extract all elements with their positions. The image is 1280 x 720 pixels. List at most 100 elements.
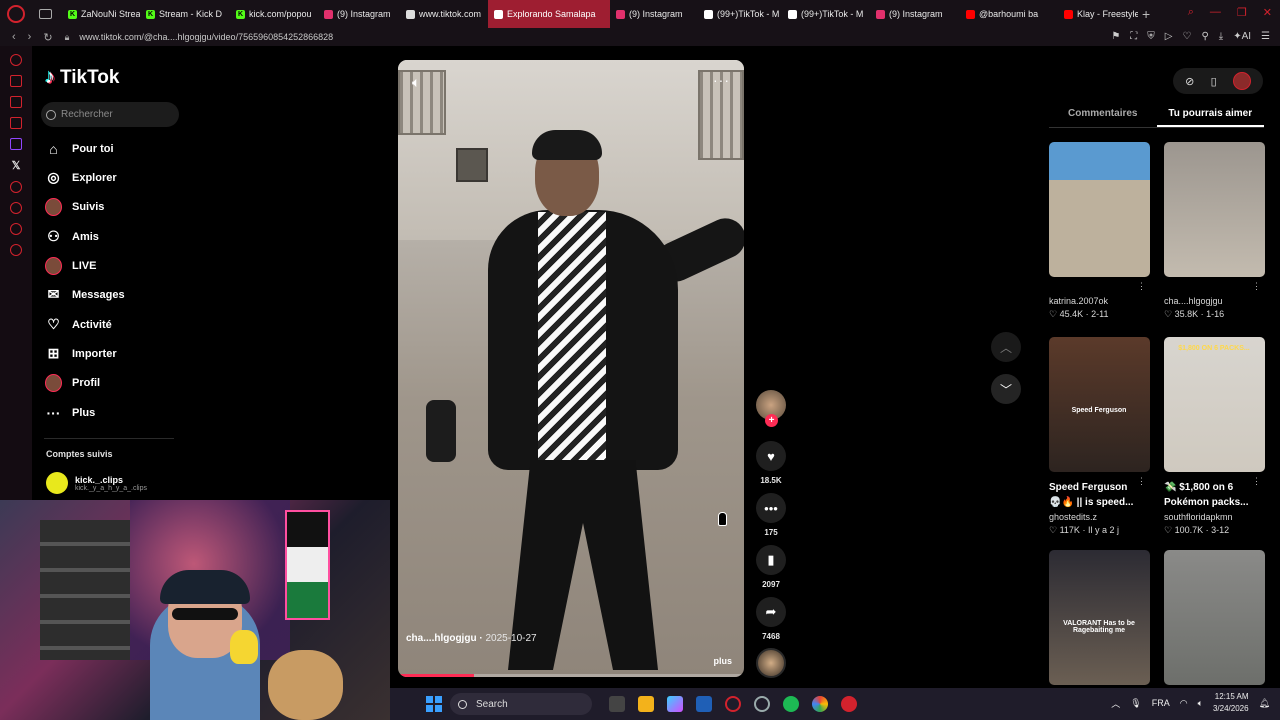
taskbar-search[interactable]: Search	[450, 693, 592, 715]
browser-tab[interactable]: Klay - Freestyle	[1058, 0, 1138, 28]
following-account[interactable]: kick._.clips kick._y_a_h_y_a_.clips	[46, 472, 147, 494]
search-box[interactable]	[41, 102, 179, 127]
card-username[interactable]: katrina.2007ok	[1049, 296, 1150, 306]
browser-tab[interactable]: (99+)TikTok - M	[782, 0, 870, 28]
browser-tab[interactable]: Explorando Samalapa	[488, 0, 610, 28]
follow-button[interactable]: +	[765, 414, 778, 427]
snapshot-icon[interactable]: ⛶	[1130, 31, 1137, 42]
aria-icon[interactable]	[10, 54, 22, 66]
video-progress-bar[interactable]	[398, 674, 744, 677]
heart-icon[interactable]: ♡	[1182, 31, 1191, 42]
nav-item-activit[interactable]: ♡ Activité	[45, 316, 112, 333]
next-video-button[interactable]: ﹀	[991, 374, 1021, 404]
volume-icon[interactable]: 🔈︎	[1198, 698, 1203, 709]
browser-tab[interactable]: K ZaNouNi Stream	[62, 0, 140, 28]
video-card[interactable]: ⋮ katrina.2007ok ♡ 45.4K · 2-11	[1049, 142, 1150, 320]
spotify-icon[interactable]	[783, 696, 799, 712]
card-username[interactable]: ghostedits.z	[1049, 512, 1150, 522]
nav-item-amis[interactable]: ⚇ Amis	[45, 228, 99, 245]
video-card[interactable]: $1,800 ON 6 PACKS... ⋮ 💸 $1,800 on 6 Pokémo…	[1164, 337, 1265, 536]
new-tab-button[interactable]: +	[1142, 6, 1150, 22]
settings-icon[interactable]	[10, 244, 22, 256]
bookmark-icon[interactable]: ▮	[756, 545, 786, 575]
bookmark-icon[interactable]: ⚑	[1111, 31, 1120, 42]
browser-tab[interactable]: www.tiktok.com	[400, 0, 488, 28]
nav-item-explorer[interactable]: ◎ Explorer	[45, 169, 116, 186]
video-card[interactable]: ⋮ cha....hlgogjgu ♡ 35.8K · 1-16	[1164, 142, 1265, 320]
x-icon[interactable]: 𝕏	[12, 159, 21, 172]
search-input[interactable]	[61, 109, 171, 120]
video-player[interactable]: 🔈︎ ··· cha....hlgogjgu · 2025-10-27 plus	[398, 60, 744, 677]
nav-item-importer[interactable]: ⊞ Importer	[45, 345, 117, 362]
browser-tab[interactable]: Kkick.com/popou	[230, 0, 318, 28]
windows-start-icon[interactable]	[426, 696, 442, 712]
store-icon[interactable]	[696, 696, 712, 712]
ai-icon[interactable]: ✦AI	[1233, 31, 1251, 42]
nav-item-profil[interactable]: Profil	[45, 373, 100, 392]
search-tabs-icon[interactable]: ⌕	[1188, 6, 1194, 19]
video-card[interactable]	[1164, 550, 1265, 685]
share-action[interactable]: ➦ 7468	[752, 597, 790, 641]
tray-chevron-icon[interactable]: ︿	[1111, 697, 1120, 710]
nav-item-plus[interactable]: ··· Plus	[45, 404, 96, 421]
workspaces-icon[interactable]	[39, 9, 52, 19]
like-action[interactable]: ♥ 18.5K	[752, 441, 790, 485]
menu-icon[interactable]: ☰	[1261, 31, 1270, 42]
browser-tab[interactable]: (9) Instagram	[318, 0, 400, 28]
card-more-icon[interactable]: ⋮	[1137, 281, 1146, 292]
previous-video-button[interactable]: ︿	[991, 332, 1021, 362]
more-options-icon[interactable]: ···	[713, 72, 730, 88]
steam-icon[interactable]	[754, 696, 770, 712]
reload-icon[interactable]: ↻	[43, 31, 52, 44]
opera-gx-icon[interactable]	[725, 696, 741, 712]
video-thumbnail[interactable]	[1049, 142, 1150, 277]
more-caption-link[interactable]: plus	[713, 656, 732, 666]
microphone-icon[interactable]: 🎙︎	[1130, 698, 1141, 709]
forward-icon[interactable]: ›	[28, 31, 32, 43]
messenger-icon[interactable]	[10, 96, 22, 108]
nav-item-pourtoi[interactable]: ⌂ Pour toi	[45, 140, 113, 157]
play-icon[interactable]: ▷	[1165, 31, 1173, 42]
maximize-button[interactable]: ❐	[1237, 6, 1247, 19]
music-disc-icon[interactable]	[756, 648, 786, 678]
history-icon[interactable]	[10, 181, 22, 193]
shield-icon[interactable]: ⛨	[1147, 31, 1155, 42]
tiktok-logo[interactable]: ♪ TikTok	[45, 66, 119, 89]
clock[interactable]: 12:15 AM 3/24/2026	[1213, 691, 1249, 715]
twitch-icon[interactable]	[10, 138, 22, 150]
video-card[interactable]: VALORANT Has to be Ragebaiting me	[1049, 550, 1150, 685]
notification-icon[interactable]: 🔔︎	[1259, 698, 1270, 709]
wifi-icon[interactable]: ◠	[1180, 698, 1188, 709]
compass-icon[interactable]: ⊘	[1185, 75, 1194, 88]
player-icon[interactable]	[10, 117, 22, 129]
chrome-icon[interactable]	[812, 696, 828, 712]
back-icon[interactable]: ‹	[12, 31, 16, 43]
card-username[interactable]: cha....hlgogjgu	[1164, 296, 1265, 306]
shopping-icon[interactable]	[10, 75, 22, 87]
nav-item-messages[interactable]: ✉ Messages	[45, 286, 125, 303]
share-icon[interactable]: ➦	[756, 597, 786, 627]
browser-tab[interactable]: @barhoumi ba	[960, 0, 1058, 28]
video-thumbnail[interactable]	[1164, 142, 1265, 277]
nav-item-live[interactable]: LIVE	[45, 256, 96, 275]
extensions-icon[interactable]	[10, 223, 22, 235]
save-action[interactable]: ▮ 2097	[752, 545, 790, 589]
account-icon[interactable]: ⚲	[1201, 31, 1208, 42]
opera-logo-icon[interactable]	[7, 5, 25, 23]
tab-suggestions[interactable]: Tu pourrais aimer	[1156, 102, 1264, 127]
nav-item-suivis[interactable]: Suivis	[45, 197, 104, 216]
phone-icon[interactable]: ▯	[1211, 75, 1217, 88]
minimize-button[interactable]: —	[1210, 6, 1221, 19]
browser-tab[interactable]: (9) Instagram	[870, 0, 960, 28]
card-more-icon[interactable]: ⋮	[1252, 281, 1261, 292]
card-username[interactable]: southfloridapkmn	[1164, 512, 1265, 522]
clock-icon[interactable]	[10, 202, 22, 214]
file-explorer-icon[interactable]	[638, 696, 654, 712]
app-icon[interactable]	[841, 696, 857, 712]
language-indicator[interactable]: FRA	[1152, 698, 1170, 708]
browser-tab[interactable]: (99+)TikTok - M	[698, 0, 782, 28]
video-thumbnail[interactable]: Speed Ferguson	[1049, 337, 1150, 472]
browser-tab[interactable]: (9) Instagram	[610, 0, 698, 28]
browser-tab[interactable]: K Stream - Kick D	[140, 0, 230, 28]
tab-comments[interactable]: Commentaires	[1049, 102, 1157, 127]
